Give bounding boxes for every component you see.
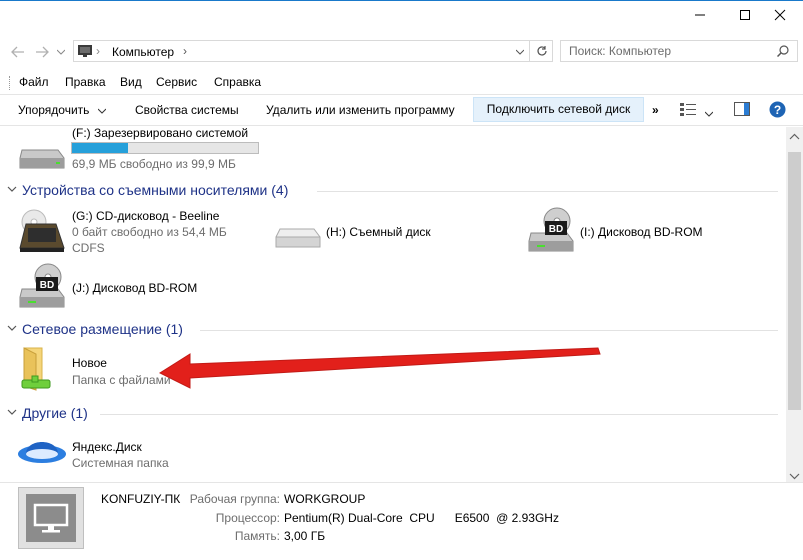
- removable-disk-icon: [274, 225, 322, 254]
- computer-icon: [78, 45, 92, 60]
- scrollbar-thumb[interactable]: [788, 152, 801, 410]
- computer-name: KONFUZIY-ПК: [101, 492, 181, 506]
- group-divider: [317, 191, 778, 192]
- svg-text:?: ?: [774, 103, 781, 117]
- bd-rom-drive-icon: BD: [527, 207, 577, 256]
- drive-h-name[interactable]: (H:) Съемный диск: [326, 225, 431, 239]
- bd-badge-i: BD: [549, 224, 563, 235]
- drive-g-filesystem: CDFS: [72, 241, 105, 255]
- more-commands-button[interactable]: »: [652, 101, 659, 119]
- search-input[interactable]: Поиск: Компьютер: [560, 40, 798, 62]
- chevron-down-icon: [57, 49, 65, 55]
- menu-file[interactable]: Файл: [19, 75, 49, 91]
- close-icon: [774, 9, 786, 21]
- workgroup-value: WORKGROUP: [284, 492, 366, 506]
- address-separator-2[interactable]: ›: [183, 44, 187, 58]
- address-separator: ›: [96, 44, 100, 58]
- network-folder-icon: [18, 346, 58, 395]
- menu-grip: [9, 76, 12, 90]
- scroll-up-icon[interactable]: [789, 130, 800, 144]
- collapse-chevron-icon[interactable]: [7, 185, 17, 197]
- drive-j-name[interactable]: (J:) Дисковод BD-ROM: [72, 281, 197, 295]
- group-header-other[interactable]: Другие (1): [22, 405, 88, 421]
- computer-thumbnail: [18, 487, 84, 549]
- bd-badge-j: BD: [40, 280, 54, 291]
- details-view-icon: [680, 103, 696, 116]
- refresh-button[interactable]: [529, 41, 553, 61]
- drive-i-name[interactable]: (I:) Дисковод BD-ROM: [580, 225, 703, 239]
- yandex-disk-name[interactable]: Яндекс.Диск: [72, 440, 142, 454]
- hard-drive-icon: [18, 140, 66, 173]
- annotation-arrow: [158, 347, 601, 389]
- maximize-icon: [740, 10, 750, 20]
- organize-label: Упорядочить: [18, 103, 90, 117]
- yandex-disk-icon: [16, 432, 68, 475]
- drive-f-name[interactable]: (F:) Зарезервировано системой: [72, 126, 248, 140]
- help-icon: ?: [769, 101, 786, 118]
- search-icon: [776, 45, 789, 60]
- drive-g-free: 0 байт свободно из 54,4 МБ: [72, 225, 227, 239]
- network-item-name[interactable]: Новое: [72, 356, 107, 370]
- chevron-down-icon: [516, 49, 524, 55]
- group-header-removable[interactable]: Устройства со съемными носителями (4): [22, 182, 288, 198]
- minimize-icon: [695, 14, 705, 16]
- drive-g-name[interactable]: (G:) CD-дисковод - Beeline: [72, 209, 219, 223]
- drive-f-usage-bar: [71, 142, 259, 154]
- recent-dropdown[interactable]: [54, 42, 68, 62]
- cpu-value: Pentium(R) Dual-Core CPU E6500 @ 2.93GHz: [284, 511, 559, 525]
- collapse-chevron-icon[interactable]: [7, 324, 17, 336]
- view-options-dropdown[interactable]: [704, 106, 714, 120]
- menu-view[interactable]: Вид: [120, 75, 142, 91]
- cpu-label: Процессор:: [215, 511, 280, 525]
- ram-label: Память:: [234, 529, 280, 543]
- monitor-icon: [26, 494, 76, 542]
- minimize-button[interactable]: [677, 0, 723, 30]
- menu-help[interactable]: Справка: [214, 75, 261, 91]
- help-button[interactable]: ?: [769, 101, 786, 121]
- search-placeholder: Поиск: Компьютер: [569, 44, 672, 58]
- chevron-down-icon: [704, 111, 714, 117]
- group-divider: [100, 414, 778, 415]
- address-dropdown[interactable]: [511, 45, 529, 59]
- group-header-network[interactable]: Сетевое размещение (1): [22, 321, 183, 337]
- bd-rom-drive-icon: BD: [18, 263, 68, 312]
- ram-value: 3,00 ГБ: [284, 529, 326, 543]
- preview-pane-icon: [734, 102, 750, 116]
- map-network-drive-button[interactable]: Подключить сетевой диск: [473, 97, 644, 122]
- workgroup-label: Рабочая группа:: [189, 492, 280, 506]
- cd-drive-icon: [18, 208, 68, 257]
- forward-arrow-icon: [36, 46, 49, 58]
- preview-pane-button[interactable]: [734, 102, 750, 119]
- yandex-disk-type: Системная папка: [72, 456, 169, 470]
- back-button[interactable]: [8, 42, 28, 62]
- forward-button[interactable]: [32, 42, 52, 62]
- organize-button[interactable]: Упорядочить: [18, 101, 107, 119]
- menu-tools[interactable]: Сервис: [156, 75, 197, 91]
- system-properties-button[interactable]: Свойства системы: [135, 101, 239, 119]
- close-button[interactable]: [757, 0, 803, 30]
- address-path[interactable]: Компьютер: [112, 45, 174, 59]
- collapse-chevron-icon[interactable]: [7, 408, 17, 420]
- back-arrow-icon: [11, 46, 24, 58]
- uninstall-program-button[interactable]: Удалить или изменить программу: [266, 101, 455, 119]
- menu-edit[interactable]: Правка: [65, 75, 106, 91]
- chevron-down-icon: [97, 108, 107, 114]
- scroll-down-icon[interactable]: [789, 469, 800, 483]
- view-options-button[interactable]: [680, 102, 696, 119]
- drive-f-free: 69,9 МБ свободно из 99,9 МБ: [72, 157, 236, 171]
- group-divider: [200, 330, 778, 331]
- refresh-icon: [536, 46, 547, 56]
- drive-f-usage-fill: [72, 143, 128, 153]
